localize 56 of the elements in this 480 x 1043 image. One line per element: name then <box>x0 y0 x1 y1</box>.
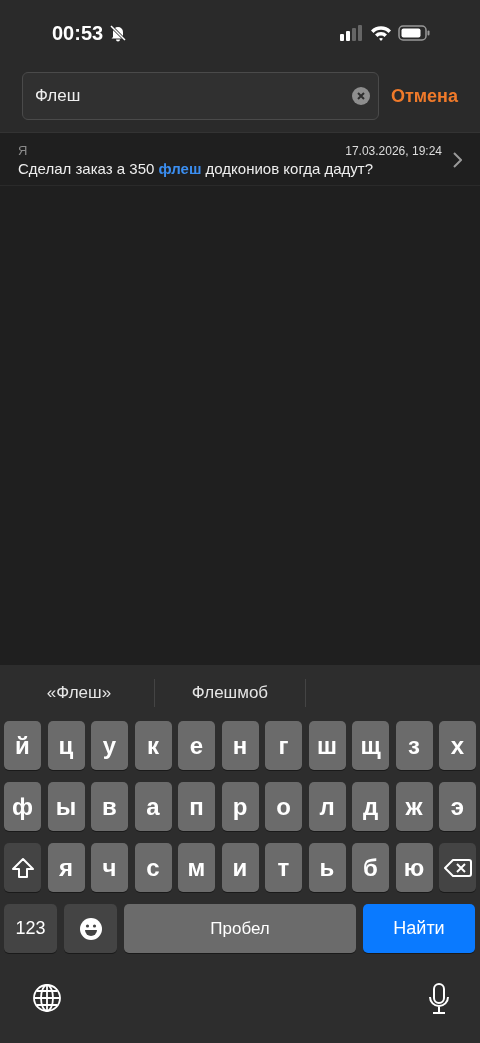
status-time: 00:53 <box>52 21 104 45</box>
wifi-icon <box>370 25 392 41</box>
key[interactable]: з <box>395 721 433 770</box>
key[interactable]: п <box>178 782 215 831</box>
sender-name: Я <box>18 143 28 158</box>
key[interactable]: е <box>178 721 215 770</box>
key[interactable]: т <box>265 843 302 892</box>
search-result[interactable]: Я 17.03.2026, 19:24 Сделал заказ а 350 флеш додкониов когда дадут? <box>0 133 480 186</box>
backspace-icon <box>443 857 472 878</box>
key[interactable]: ы <box>47 782 85 831</box>
key[interactable]: д <box>352 782 389 831</box>
key[interactable]: м <box>178 843 215 892</box>
suggestion[interactable]: «Флеш» <box>4 683 154 703</box>
search-field[interactable]: Флеш <box>22 72 379 120</box>
key[interactable]: ф <box>4 782 41 831</box>
globe-icon[interactable] <box>32 983 62 1015</box>
battery-icon <box>398 25 430 41</box>
key[interactable]: у <box>91 721 128 770</box>
key[interactable]: и <box>221 843 259 892</box>
emoji-icon <box>78 916 103 941</box>
signal-icon <box>340 25 364 41</box>
key[interactable]: о <box>265 782 302 831</box>
key[interactable]: с <box>134 843 172 892</box>
clear-icon[interactable] <box>351 87 370 105</box>
cancel-button[interactable]: Отмена <box>390 85 458 107</box>
key[interactable]: х <box>439 721 476 770</box>
key[interactable]: а <box>134 782 172 831</box>
key[interactable]: щ <box>352 721 389 770</box>
search-key[interactable]: Найти <box>363 904 475 953</box>
delete-key[interactable] <box>439 843 476 892</box>
message-text: Сделал заказ а 350 флеш додкониов когда дадут? <box>18 160 374 177</box>
key[interactable]: л <box>308 782 346 831</box>
space-key[interactable]: Пробел <box>124 904 356 953</box>
key[interactable]: ч <box>91 843 128 892</box>
key[interactable]: г <box>265 721 302 770</box>
key[interactable]: б <box>352 843 389 892</box>
key[interactable]: р <box>221 782 259 831</box>
key[interactable]: к <box>134 721 172 770</box>
key[interactable]: в <box>91 782 128 831</box>
emoji-key[interactable] <box>64 904 117 953</box>
shift-key[interactable] <box>4 843 41 892</box>
numbers-key[interactable]: 123 <box>4 904 57 953</box>
key[interactable]: я <box>47 843 85 892</box>
key[interactable]: ц <box>47 721 85 770</box>
message-date: 17.03.2026, 19:24 <box>345 143 442 158</box>
shift-icon <box>10 856 35 879</box>
key[interactable]: ь <box>308 843 346 892</box>
key[interactable]: н <box>221 721 259 770</box>
microphone-icon[interactable] <box>428 983 450 1015</box>
key[interactable]: ш <box>308 721 346 770</box>
suggestion[interactable]: Флешмоб <box>155 683 305 703</box>
key[interactable]: ю <box>395 843 433 892</box>
key[interactable]: ж <box>395 782 433 831</box>
key[interactable]: й <box>4 721 41 770</box>
key[interactable]: э <box>439 782 476 831</box>
chevron-right-icon <box>452 152 462 168</box>
